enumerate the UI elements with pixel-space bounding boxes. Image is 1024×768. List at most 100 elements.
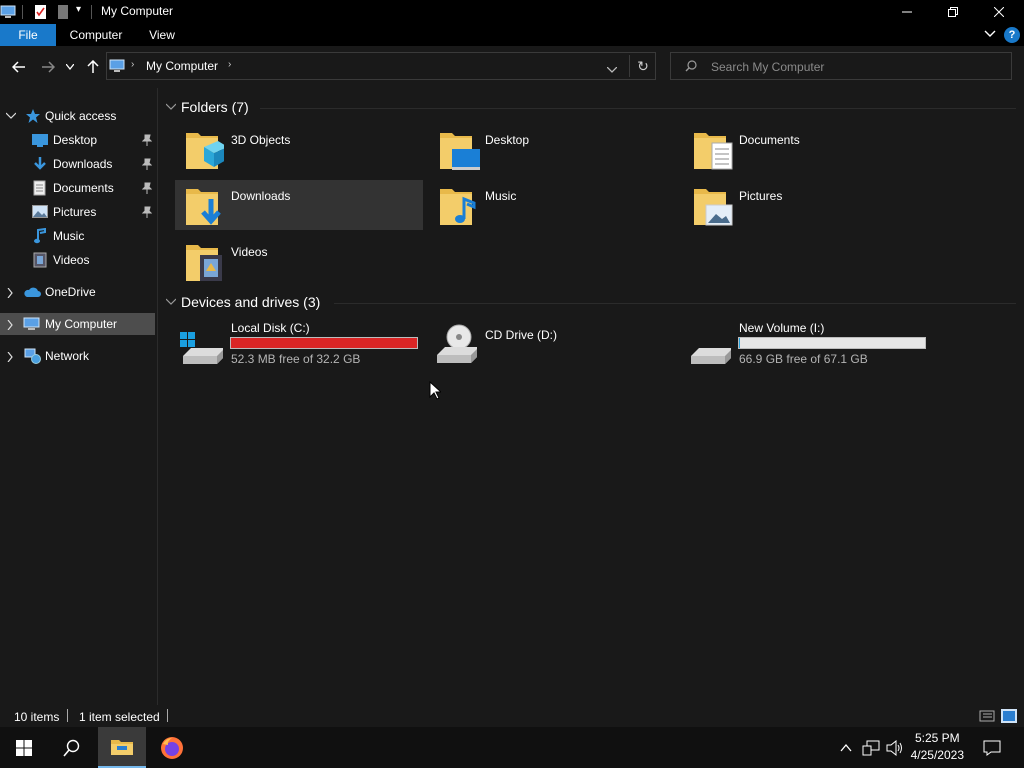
nav-onedrive[interactable]: OneDrive: [0, 281, 155, 303]
details-view-icon[interactable]: [979, 709, 995, 723]
nav-quick-access[interactable]: Quick access: [0, 105, 155, 127]
folder-music-icon: [440, 189, 476, 225]
search-box[interactable]: Search My Computer: [670, 52, 1012, 80]
folder-videos[interactable]: Videos: [175, 236, 423, 286]
back-button[interactable]: [9, 57, 29, 77]
folder-desktop-icon: [440, 133, 480, 170]
start-button[interactable]: [0, 727, 48, 768]
taskbar-firefox[interactable]: [148, 727, 196, 768]
restore-icon: [948, 7, 958, 17]
clock-time: 5:25 PM: [914, 731, 960, 745]
nav-pictures[interactable]: Pictures: [0, 201, 155, 223]
nav-label: Network: [45, 349, 90, 363]
address-history-dropdown[interactable]: [606, 62, 618, 76]
network-tray-button[interactable]: [860, 727, 882, 768]
large-icons-view-icon[interactable]: [1001, 709, 1017, 723]
tab-view[interactable]: View: [140, 24, 184, 46]
folder-documents[interactable]: Documents: [683, 124, 931, 174]
clock-date: 4/25/2023: [910, 748, 964, 762]
nav-desktop[interactable]: Desktop: [0, 129, 155, 151]
speaker-icon: [886, 739, 902, 756]
help-icon[interactable]: ?: [1004, 27, 1020, 43]
show-hidden-icons-button[interactable]: [836, 727, 856, 768]
item-count: 10 items: [14, 710, 60, 724]
divider: [91, 5, 92, 19]
minimize-button[interactable]: [884, 0, 930, 24]
restore-button[interactable]: [930, 0, 976, 24]
nav-label: Downloads: [53, 157, 113, 171]
chevron-up-icon: [840, 743, 852, 751]
nav-documents[interactable]: Documents: [0, 177, 155, 199]
folder-3d-objects-icon: [186, 133, 224, 169]
nav-videos[interactable]: Videos: [0, 249, 155, 271]
folder-label: Music: [485, 189, 517, 203]
volume-tray-button[interactable]: [884, 727, 906, 768]
drives-group-header[interactable]: Devices and drives (3): [181, 294, 320, 310]
folder-downloads[interactable]: Downloads: [175, 180, 423, 230]
folders-group-header[interactable]: Folders (7): [181, 99, 249, 115]
star-icon: [26, 109, 40, 123]
selection-count: 1 item selected: [79, 710, 160, 724]
action-center-button[interactable]: [976, 727, 1008, 768]
chevron-right-icon[interactable]: [7, 288, 13, 298]
drive-free-space: 52.3 MB free of 32.2 GB: [231, 352, 361, 366]
notification-icon: [983, 740, 1001, 756]
chevron-down-icon[interactable]: [166, 298, 176, 306]
computer-icon: [23, 317, 40, 330]
chevron-right-icon[interactable]: [7, 352, 13, 362]
tab-file[interactable]: File: [0, 24, 56, 46]
drive-c[interactable]: Local Disk (C:) 52.3 MB free of 32.2 GB: [175, 318, 425, 368]
window-title: My Computer: [101, 4, 174, 18]
nav-downloads[interactable]: Downloads: [0, 153, 155, 175]
folder-label: 3D Objects: [231, 133, 291, 147]
drive-d[interactable]: CD Drive (D:): [429, 318, 677, 368]
navigation-pane: Quick access Desktop Downloads Documents…: [0, 88, 158, 705]
nav-label: Pictures: [53, 205, 97, 219]
chevron-down-icon[interactable]: [166, 103, 176, 111]
customize-qa-dropdown-icon[interactable]: ▾: [76, 4, 81, 15]
pin-icon[interactable]: [142, 182, 152, 194]
chevron-right-icon[interactable]: [7, 320, 13, 330]
up-button[interactable]: [83, 57, 103, 77]
search-placeholder: Search My Computer: [711, 60, 825, 74]
cd-drive-icon: [437, 324, 477, 363]
folder-3d-objects[interactable]: 3D Objects: [175, 124, 423, 174]
breadcrumb-separator-icon[interactable]: ›: [131, 59, 134, 70]
refresh-icon: ↻: [637, 57, 649, 74]
new-folder-icon[interactable]: [57, 4, 69, 20]
tray-clock[interactable]: 5:25 PM 4/25/2023: [911, 731, 964, 762]
drive-label: Local Disk (C:): [231, 321, 310, 335]
taskbar-file-explorer[interactable]: [98, 727, 146, 768]
breadcrumb-separator-icon[interactable]: ›: [228, 59, 231, 70]
divider: [67, 709, 68, 722]
nav-network[interactable]: Network: [0, 345, 155, 367]
folder-desktop[interactable]: Desktop: [429, 124, 677, 174]
nav-label: Quick access: [45, 109, 117, 123]
arrow-right-icon: [42, 61, 55, 73]
folder-pictures-icon: [694, 189, 733, 226]
search-icon: [685, 60, 697, 72]
folder-music[interactable]: Music: [429, 180, 677, 230]
pin-icon[interactable]: [142, 158, 152, 170]
nav-music[interactable]: Music: [0, 225, 155, 247]
expand-ribbon-icon[interactable]: [984, 27, 996, 42]
recent-locations-button[interactable]: [63, 57, 77, 77]
chevron-down-icon: [606, 66, 618, 73]
folder-pictures[interactable]: Pictures: [683, 180, 931, 230]
drive-i[interactable]: New Volume (I:) 66.9 GB free of 67.1 GB: [683, 318, 933, 368]
pin-icon[interactable]: [142, 134, 152, 146]
address-bar[interactable]: › My Computer › ↻: [106, 52, 656, 80]
folder-label: Videos: [231, 245, 268, 259]
properties-icon[interactable]: [34, 4, 48, 20]
nav-my-computer[interactable]: My Computer: [0, 313, 155, 335]
tab-computer[interactable]: Computer: [62, 24, 130, 46]
breadcrumb-my-computer[interactable]: My Computer: [146, 59, 218, 73]
pin-icon[interactable]: [142, 206, 152, 218]
divider: [167, 709, 168, 722]
hard-drive-icon: [691, 348, 731, 364]
refresh-button[interactable]: ↻: [629, 55, 656, 77]
close-button[interactable]: [976, 0, 1022, 24]
chevron-down-icon[interactable]: [6, 112, 16, 120]
forward-button[interactable]: [38, 57, 58, 77]
search-button[interactable]: [48, 727, 96, 768]
